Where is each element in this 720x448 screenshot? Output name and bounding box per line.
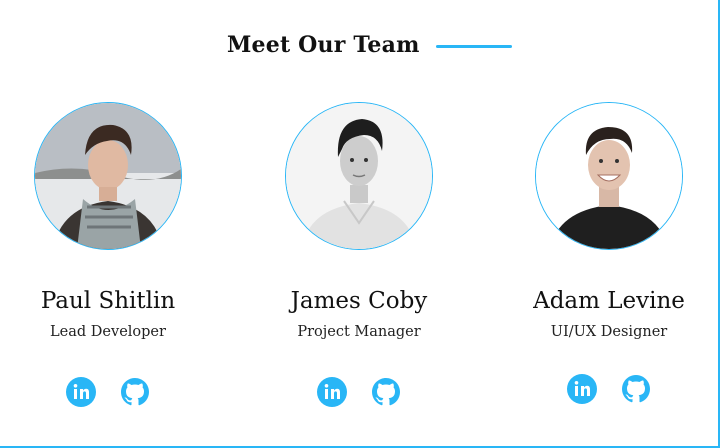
member-name: James Coby — [290, 288, 428, 314]
member-role: Project Manager — [297, 324, 421, 340]
linkedin-icon[interactable] — [65, 376, 97, 408]
github-icon[interactable] — [119, 376, 151, 408]
member-role: Lead Developer — [50, 324, 166, 340]
social-links — [0, 376, 218, 408]
member-name: Adam Levine — [533, 288, 685, 314]
team-card: James Coby Project Manager — [249, 102, 469, 408]
avatar — [285, 102, 433, 250]
linkedin-icon[interactable] — [316, 376, 348, 408]
social-links — [499, 373, 719, 405]
member-name: Paul Shitlin — [40, 288, 176, 314]
title-underline — [435, 44, 512, 48]
social-links — [249, 376, 469, 408]
section-title: Meet Our Team — [227, 32, 420, 58]
linkedin-icon[interactable] — [566, 373, 598, 405]
section-heading: Meet Our Team — [227, 32, 512, 58]
avatar-photo — [35, 103, 181, 249]
avatar — [34, 102, 182, 250]
avatar-photo — [286, 103, 432, 249]
github-icon[interactable] — [620, 373, 652, 405]
member-role: UI/UX Designer — [550, 324, 668, 340]
team-card: Adam Levine UI/UX Designer — [499, 102, 719, 405]
team-section: Meet Our Team Paul Shitlin Lead Develope… — [0, 0, 720, 448]
avatar — [535, 102, 683, 250]
team-card: Paul Shitlin Lead Developer — [0, 102, 218, 408]
avatar-photo — [536, 103, 682, 249]
github-icon[interactable] — [370, 376, 402, 408]
